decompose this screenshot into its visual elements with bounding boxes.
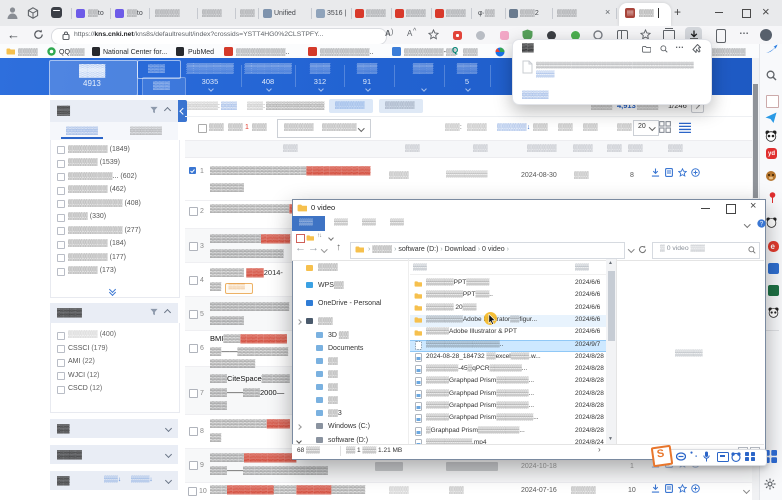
- svg-text:?: ?: [760, 221, 764, 228]
